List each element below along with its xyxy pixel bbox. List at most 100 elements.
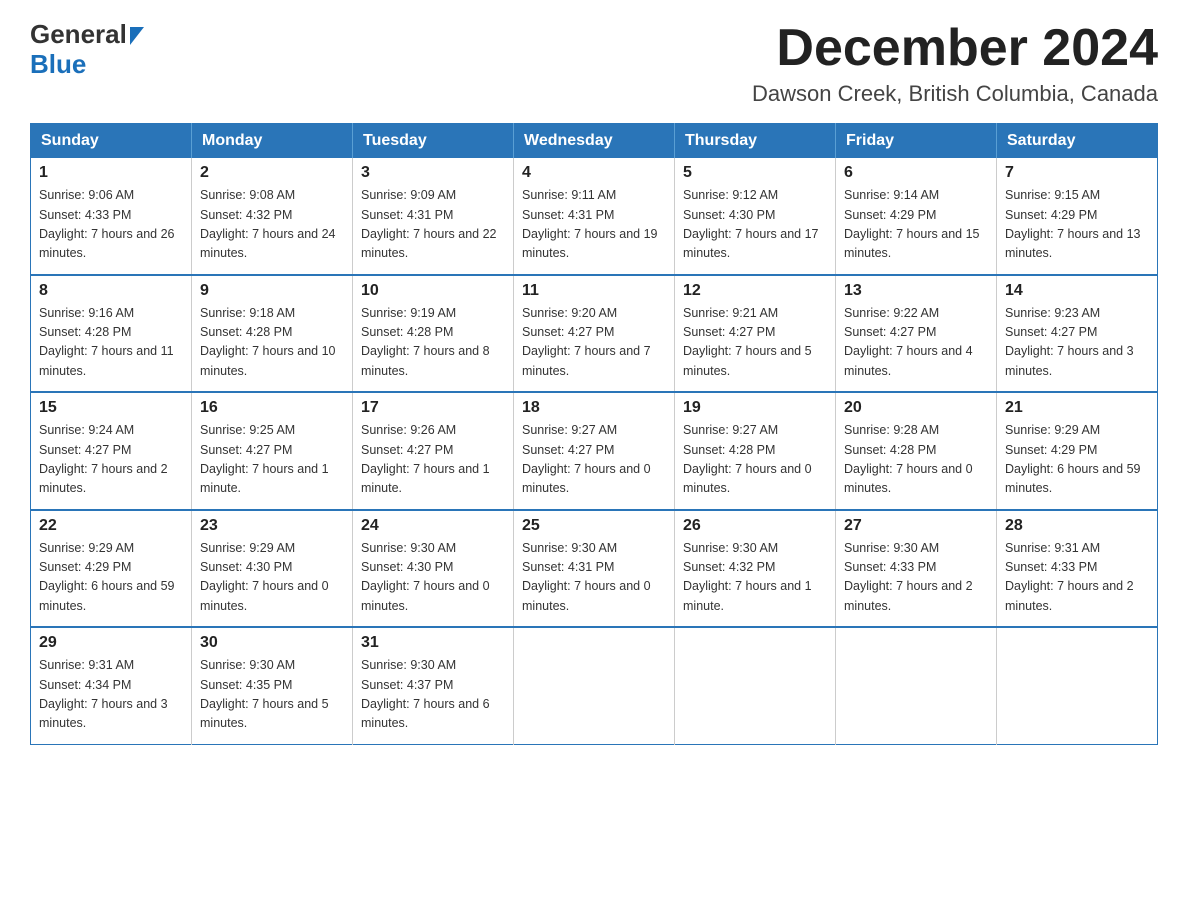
header: General Blue December 2024 Dawson Creek,… [30,20,1158,107]
day-number: 17 [361,399,505,417]
day-info: Sunrise: 9:30 AM Sunset: 4:30 PM Dayligh… [361,539,505,617]
calendar-table: Sunday Monday Tuesday Wednesday Thursday… [30,123,1158,745]
day-info: Sunrise: 9:06 AM Sunset: 4:33 PM Dayligh… [39,186,183,264]
table-row: 10 Sunrise: 9:19 AM Sunset: 4:28 PM Dayl… [353,275,514,393]
table-row: 3 Sunrise: 9:09 AM Sunset: 4:31 PM Dayli… [353,158,514,275]
logo: General Blue [30,20,144,80]
table-row: 19 Sunrise: 9:27 AM Sunset: 4:28 PM Dayl… [675,392,836,510]
table-row: 23 Sunrise: 9:29 AM Sunset: 4:30 PM Dayl… [192,510,353,628]
table-row: 13 Sunrise: 9:22 AM Sunset: 4:27 PM Dayl… [836,275,997,393]
table-row: 11 Sunrise: 9:20 AM Sunset: 4:27 PM Dayl… [514,275,675,393]
table-row: 6 Sunrise: 9:14 AM Sunset: 4:29 PM Dayli… [836,158,997,275]
table-row: 26 Sunrise: 9:30 AM Sunset: 4:32 PM Dayl… [675,510,836,628]
day-info: Sunrise: 9:29 AM Sunset: 4:30 PM Dayligh… [200,539,344,617]
day-number: 16 [200,399,344,417]
table-row: 9 Sunrise: 9:18 AM Sunset: 4:28 PM Dayli… [192,275,353,393]
day-number: 26 [683,517,827,535]
table-row: 18 Sunrise: 9:27 AM Sunset: 4:27 PM Dayl… [514,392,675,510]
calendar-header-row: Sunday Monday Tuesday Wednesday Thursday… [31,124,1158,159]
table-row [514,627,675,744]
calendar-week-row: 15 Sunrise: 9:24 AM Sunset: 4:27 PM Dayl… [31,392,1158,510]
day-info: Sunrise: 9:12 AM Sunset: 4:30 PM Dayligh… [683,186,827,264]
calendar-week-row: 22 Sunrise: 9:29 AM Sunset: 4:29 PM Dayl… [31,510,1158,628]
calendar-week-row: 8 Sunrise: 9:16 AM Sunset: 4:28 PM Dayli… [31,275,1158,393]
day-number: 13 [844,282,988,300]
day-info: Sunrise: 9:20 AM Sunset: 4:27 PM Dayligh… [522,304,666,382]
day-info: Sunrise: 9:24 AM Sunset: 4:27 PM Dayligh… [39,421,183,499]
table-row: 29 Sunrise: 9:31 AM Sunset: 4:34 PM Dayl… [31,627,192,744]
col-monday: Monday [192,124,353,159]
day-number: 7 [1005,164,1149,182]
table-row: 20 Sunrise: 9:28 AM Sunset: 4:28 PM Dayl… [836,392,997,510]
day-number: 25 [522,517,666,535]
day-number: 2 [200,164,344,182]
table-row: 12 Sunrise: 9:21 AM Sunset: 4:27 PM Dayl… [675,275,836,393]
day-number: 11 [522,282,666,300]
day-info: Sunrise: 9:23 AM Sunset: 4:27 PM Dayligh… [1005,304,1149,382]
day-info: Sunrise: 9:08 AM Sunset: 4:32 PM Dayligh… [200,186,344,264]
table-row: 22 Sunrise: 9:29 AM Sunset: 4:29 PM Dayl… [31,510,192,628]
day-number: 29 [39,634,183,652]
calendar-week-row: 1 Sunrise: 9:06 AM Sunset: 4:33 PM Dayli… [31,158,1158,275]
day-number: 28 [1005,517,1149,535]
day-info: Sunrise: 9:31 AM Sunset: 4:33 PM Dayligh… [1005,539,1149,617]
day-number: 9 [200,282,344,300]
table-row: 21 Sunrise: 9:29 AM Sunset: 4:29 PM Dayl… [997,392,1158,510]
table-row: 2 Sunrise: 9:08 AM Sunset: 4:32 PM Dayli… [192,158,353,275]
day-info: Sunrise: 9:15 AM Sunset: 4:29 PM Dayligh… [1005,186,1149,264]
table-row: 8 Sunrise: 9:16 AM Sunset: 4:28 PM Dayli… [31,275,192,393]
table-row: 7 Sunrise: 9:15 AM Sunset: 4:29 PM Dayli… [997,158,1158,275]
col-wednesday: Wednesday [514,124,675,159]
day-info: Sunrise: 9:16 AM Sunset: 4:28 PM Dayligh… [39,304,183,382]
table-row: 30 Sunrise: 9:30 AM Sunset: 4:35 PM Dayl… [192,627,353,744]
day-info: Sunrise: 9:31 AM Sunset: 4:34 PM Dayligh… [39,656,183,734]
day-number: 10 [361,282,505,300]
day-number: 14 [1005,282,1149,300]
table-row: 5 Sunrise: 9:12 AM Sunset: 4:30 PM Dayli… [675,158,836,275]
day-info: Sunrise: 9:29 AM Sunset: 4:29 PM Dayligh… [39,539,183,617]
day-number: 30 [200,634,344,652]
day-number: 19 [683,399,827,417]
table-row: 4 Sunrise: 9:11 AM Sunset: 4:31 PM Dayli… [514,158,675,275]
day-info: Sunrise: 9:30 AM Sunset: 4:32 PM Dayligh… [683,539,827,617]
col-saturday: Saturday [997,124,1158,159]
day-number: 24 [361,517,505,535]
day-info: Sunrise: 9:30 AM Sunset: 4:35 PM Dayligh… [200,656,344,734]
day-number: 23 [200,517,344,535]
day-info: Sunrise: 9:18 AM Sunset: 4:28 PM Dayligh… [200,304,344,382]
table-row: 14 Sunrise: 9:23 AM Sunset: 4:27 PM Dayl… [997,275,1158,393]
day-info: Sunrise: 9:09 AM Sunset: 4:31 PM Dayligh… [361,186,505,264]
table-row: 25 Sunrise: 9:30 AM Sunset: 4:31 PM Dayl… [514,510,675,628]
table-row [675,627,836,744]
table-row: 15 Sunrise: 9:24 AM Sunset: 4:27 PM Dayl… [31,392,192,510]
col-sunday: Sunday [31,124,192,159]
day-info: Sunrise: 9:30 AM Sunset: 4:33 PM Dayligh… [844,539,988,617]
day-info: Sunrise: 9:14 AM Sunset: 4:29 PM Dayligh… [844,186,988,264]
logo-general-text: General [30,20,127,50]
day-number: 12 [683,282,827,300]
day-info: Sunrise: 9:21 AM Sunset: 4:27 PM Dayligh… [683,304,827,382]
col-friday: Friday [836,124,997,159]
table-row: 27 Sunrise: 9:30 AM Sunset: 4:33 PM Dayl… [836,510,997,628]
day-info: Sunrise: 9:29 AM Sunset: 4:29 PM Dayligh… [1005,421,1149,499]
day-info: Sunrise: 9:30 AM Sunset: 4:37 PM Dayligh… [361,656,505,734]
day-number: 15 [39,399,183,417]
day-info: Sunrise: 9:27 AM Sunset: 4:27 PM Dayligh… [522,421,666,499]
table-row [997,627,1158,744]
day-info: Sunrise: 9:30 AM Sunset: 4:31 PM Dayligh… [522,539,666,617]
day-number: 4 [522,164,666,182]
day-number: 3 [361,164,505,182]
table-row: 16 Sunrise: 9:25 AM Sunset: 4:27 PM Dayl… [192,392,353,510]
table-row: 24 Sunrise: 9:30 AM Sunset: 4:30 PM Dayl… [353,510,514,628]
table-row: 17 Sunrise: 9:26 AM Sunset: 4:27 PM Dayl… [353,392,514,510]
table-row: 1 Sunrise: 9:06 AM Sunset: 4:33 PM Dayli… [31,158,192,275]
day-number: 21 [1005,399,1149,417]
day-number: 1 [39,164,183,182]
day-info: Sunrise: 9:26 AM Sunset: 4:27 PM Dayligh… [361,421,505,499]
day-number: 27 [844,517,988,535]
col-tuesday: Tuesday [353,124,514,159]
day-number: 18 [522,399,666,417]
day-info: Sunrise: 9:22 AM Sunset: 4:27 PM Dayligh… [844,304,988,382]
table-row: 28 Sunrise: 9:31 AM Sunset: 4:33 PM Dayl… [997,510,1158,628]
calendar-week-row: 29 Sunrise: 9:31 AM Sunset: 4:34 PM Dayl… [31,627,1158,744]
